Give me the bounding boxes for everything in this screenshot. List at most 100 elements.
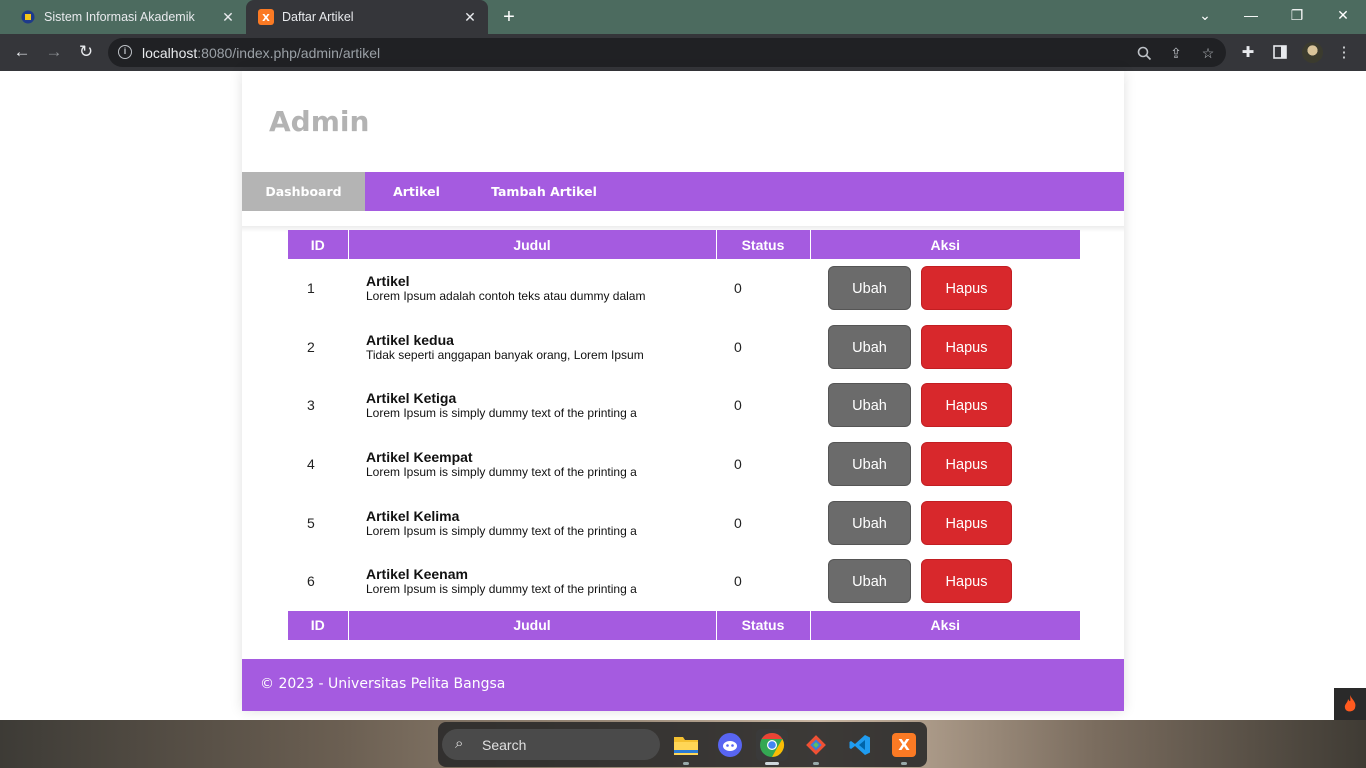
search-label: Search	[482, 737, 527, 753]
taskbar-search[interactable]: ⌕ Search	[442, 729, 660, 760]
delete-button[interactable]: Hapus	[921, 442, 1012, 487]
article-excerpt: Lorem Ipsum is simply dummy text of the …	[366, 406, 637, 421]
article-title: Artikel	[366, 273, 410, 290]
article-excerpt: Lorem Ipsum is simply dummy text of the …	[366, 582, 637, 597]
svg-text:X: X	[898, 736, 910, 754]
cell-status: 0	[734, 280, 742, 297]
delete-button[interactable]: Hapus	[921, 500, 1012, 545]
footer-copyright: © 2023 - Universitas Pelita Bangsa	[260, 676, 506, 692]
university-logo-icon	[20, 9, 36, 25]
cell-aksi: Ubah Hapus	[810, 493, 1080, 552]
file-explorer-icon[interactable]	[670, 729, 702, 765]
menu-dots-icon[interactable]: ⋮	[1334, 42, 1354, 62]
header-id: ID	[288, 230, 349, 259]
nav-artikel[interactable]: Artikel	[365, 172, 468, 211]
article-title: Artikel Keenam	[366, 566, 468, 583]
page-title: Admin	[269, 105, 370, 138]
delete-button[interactable]: Hapus	[921, 559, 1012, 604]
svg-text:X: X	[262, 13, 270, 24]
cell-status: 0	[734, 338, 742, 355]
edit-button[interactable]: Ubah	[828, 266, 911, 311]
address-bar[interactable]: i localhost:8080/index.php/admin/artikel…	[108, 38, 1226, 67]
delete-button[interactable]: Hapus	[921, 324, 1012, 369]
discord-icon[interactable]	[714, 729, 746, 761]
bookmark-star-icon[interactable]: ☆	[1198, 43, 1218, 63]
back-icon[interactable]: ←	[10, 40, 34, 64]
cell-status: 0	[734, 456, 742, 473]
zoom-icon[interactable]	[1134, 43, 1154, 63]
edit-button[interactable]: Ubah	[828, 324, 911, 369]
delete-button[interactable]: Hapus	[921, 383, 1012, 428]
table-row: 6 Artikel Keenam Lorem Ipsum is simply d…	[288, 552, 1080, 611]
chrome-icon[interactable]	[756, 729, 788, 765]
close-tab-icon[interactable]: ✕	[462, 9, 478, 25]
cell-aksi: Ubah Hapus	[810, 435, 1080, 494]
profile-avatar[interactable]	[1302, 42, 1323, 63]
nav-dashboard[interactable]: Dashboard	[242, 172, 365, 211]
xampp-taskbar-icon[interactable]: X	[888, 729, 920, 765]
tab-daftar-artikel[interactable]: X Daftar Artikel ✕	[246, 0, 488, 34]
cell-judul: Artikel Keenam Lorem Ipsum is simply dum…	[348, 552, 716, 611]
tab-sistem-informasi[interactable]: Sistem Informasi Akademik ✕	[0, 0, 246, 34]
edit-button[interactable]: Ubah	[828, 442, 911, 487]
table-header-row: ID Judul Status Aksi	[288, 230, 1080, 259]
footer-aksi: Aksi	[810, 610, 1080, 640]
cell-id: 4	[307, 456, 315, 473]
table-row: 3 Artikel Ketiga Lorem Ipsum is simply d…	[288, 376, 1080, 435]
url-text: localhost:8080/index.php/admin/artikel	[142, 45, 381, 61]
cell-aksi: Ubah Hapus	[810, 552, 1080, 611]
cell-judul: Artikel kedua Tidak seperti anggapan ban…	[348, 318, 716, 377]
footer-id: ID	[288, 610, 349, 640]
header-judul: Judul	[348, 230, 717, 259]
cell-status: 0	[734, 573, 742, 590]
git-icon[interactable]	[800, 729, 832, 765]
article-title: Artikel kedua	[366, 331, 454, 348]
cell-judul: Artikel Kelima Lorem Ipsum is simply dum…	[348, 493, 716, 552]
article-title: Artikel Keempat	[366, 449, 473, 466]
table-row: 4 Artikel Keempat Lorem Ipsum is simply …	[288, 435, 1080, 494]
share-icon[interactable]: ⇪	[1166, 43, 1186, 63]
tab-title: Daftar Artikel	[282, 10, 354, 24]
cell-aksi: Ubah Hapus	[810, 259, 1080, 318]
cell-aksi: Ubah Hapus	[810, 318, 1080, 377]
edit-button[interactable]: Ubah	[828, 559, 911, 604]
article-table: ID Judul Status Aksi 1 Artikel Lorem Ips…	[288, 230, 1080, 640]
browser-toolbar: ← → ↻ i localhost:8080/index.php/admin/a…	[0, 34, 1366, 71]
article-excerpt: Lorem Ipsum is simply dummy text of the …	[366, 523, 637, 538]
reload-icon[interactable]: ↻	[74, 40, 98, 64]
edit-button[interactable]: Ubah	[828, 383, 911, 428]
cell-id: 5	[307, 514, 315, 531]
cell-id: 3	[307, 397, 315, 414]
window-close-icon[interactable]: ✕	[1320, 0, 1366, 30]
cell-judul: Artikel Keempat Lorem Ipsum is simply du…	[348, 435, 716, 494]
search-icon: ⌕	[455, 735, 464, 752]
site-info-icon[interactable]: i	[118, 45, 132, 59]
article-excerpt: Lorem Ipsum is simply dummy text of the …	[366, 465, 637, 480]
vscode-icon[interactable]	[844, 729, 876, 761]
side-panel-icon[interactable]	[1270, 42, 1290, 62]
article-title: Artikel Ketiga	[366, 390, 457, 407]
header-aksi: Aksi	[810, 230, 1080, 259]
footer-judul: Judul	[348, 610, 717, 640]
page-container: Admin Dashboard Artikel Tambah Artikel I…	[242, 71, 1124, 711]
cell-aksi: Ubah Hapus	[810, 376, 1080, 435]
footer-status: Status	[716, 610, 811, 640]
delete-button[interactable]: Hapus	[921, 266, 1012, 311]
edit-button[interactable]: Ubah	[828, 500, 911, 545]
forward-icon[interactable]: →	[42, 40, 66, 64]
codeigniter-debug-icon[interactable]	[1334, 688, 1366, 720]
restore-icon[interactable]: ❐	[1274, 0, 1320, 30]
table-row: 2 Artikel kedua Tidak seperti anggapan b…	[288, 318, 1080, 377]
cell-id: 6	[307, 573, 315, 590]
cell-id: 2	[307, 338, 315, 355]
cell-status: 0	[734, 514, 742, 531]
tab-search-icon[interactable]: ⌄	[1182, 0, 1228, 30]
cell-judul: Artikel Ketiga Lorem Ipsum is simply dum…	[348, 376, 716, 435]
new-tab-button[interactable]: +	[498, 7, 520, 27]
cell-id: 1	[307, 280, 315, 297]
close-tab-icon[interactable]: ✕	[220, 9, 236, 25]
article-title: Artikel Kelima	[366, 507, 460, 524]
nav-tambah-artikel[interactable]: Tambah Artikel	[468, 172, 620, 211]
minimize-icon[interactable]: —	[1228, 0, 1274, 30]
extensions-icon[interactable]: ✚	[1238, 42, 1258, 62]
